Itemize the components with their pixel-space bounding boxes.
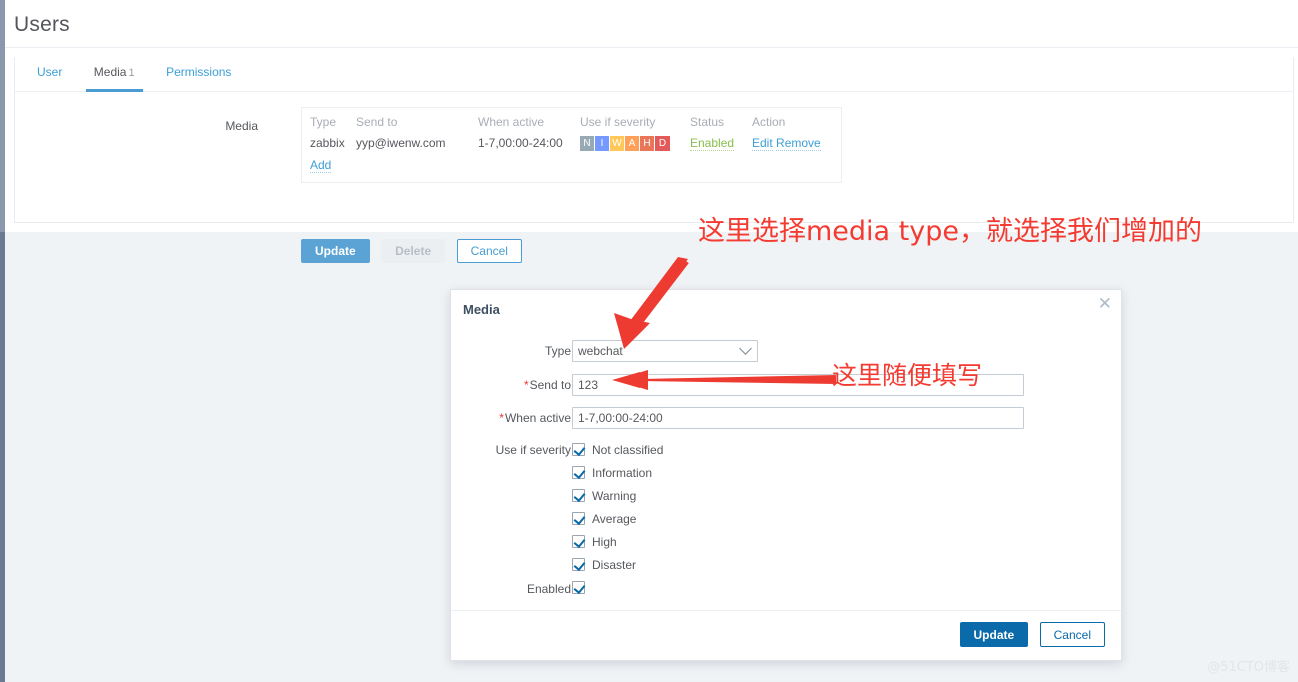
content-card: User Media 1 Permissions Media Type Send… (14, 57, 1294, 263)
annotation-media-type: 这里选择media type，就选择我们增加的 (698, 216, 1202, 247)
delete-button: Delete (381, 239, 446, 263)
severity-badge-a[interactable]: A (625, 136, 640, 151)
severity-checkbox-disaster[interactable]: Disaster (572, 558, 636, 572)
when-active-input[interactable]: 1-7,00:00-24:00 (572, 407, 1024, 429)
app-root: Users User Media 1 Permissions Media Typ… (0, 0, 1298, 682)
send-to-value: 123 (578, 378, 599, 392)
modal-button-row: Update Cancel (959, 622, 1105, 647)
edit-link[interactable]: Edit (752, 136, 773, 151)
col-send-to: Send to (356, 115, 398, 129)
tab-permissions-label: Permissions (166, 65, 232, 79)
severity-checkbox-label: Not classified (592, 443, 664, 457)
cancel-button[interactable]: Cancel (456, 239, 522, 263)
col-type: Type (310, 115, 337, 129)
send-to-label: *Send to (451, 378, 571, 392)
cell-status: Enabled (690, 135, 752, 155)
form-button-row: Update Delete Cancel (301, 239, 529, 263)
update-button[interactable]: Update (301, 239, 370, 263)
col-when-active: When active (478, 115, 545, 129)
checkbox-icon (572, 466, 585, 479)
type-label: Type (544, 344, 571, 358)
page-area: Users User Media 1 Permissions Media Typ… (5, 0, 1298, 263)
severity-checkbox-not-classified[interactable]: Not classified (572, 443, 663, 457)
checkbox-icon (572, 489, 585, 502)
modal-title: Media (463, 302, 500, 317)
severity-checkbox-label: Warning (592, 489, 637, 503)
enabled-label: Enabled (526, 582, 571, 596)
page-header: Users (5, 0, 1298, 48)
severity-badge-group: NIWAHD (580, 136, 670, 151)
tab-user-label: User (37, 65, 63, 79)
remove-link[interactable]: Remove (776, 136, 821, 151)
status-badge[interactable]: Enabled (690, 136, 735, 151)
severity-badge-d[interactable]: D (655, 136, 670, 151)
send-to-label-text: Send to (529, 378, 571, 392)
checkbox-icon (572, 443, 585, 456)
left-edge-strip (0, 0, 5, 682)
checkbox-icon-enabled (572, 581, 585, 594)
media-modal: Media ✕ Type webchat *Send to 123 *When … (450, 289, 1122, 661)
severity-checkbox-high[interactable]: High (572, 535, 617, 549)
severity-checkbox-label: Disaster (592, 558, 637, 572)
checkbox-icon (572, 512, 585, 525)
checkbox-icon (572, 535, 585, 548)
cell-action: Edit Remove (752, 135, 833, 155)
required-mark-2: * (499, 411, 504, 425)
chevron-down-icon (739, 342, 752, 355)
tab-bar: User Media 1 Permissions (15, 57, 1293, 92)
cell-when-active: 1-7,00:00-24:00 (478, 136, 563, 150)
severity-badge-h[interactable]: H (640, 136, 655, 151)
severity-checkbox-average[interactable]: Average (572, 512, 636, 526)
close-icon[interactable]: ✕ (1098, 295, 1112, 312)
severity-checkbox-label: High (592, 535, 617, 549)
severity-checkbox-label: Average (592, 512, 637, 526)
col-action: Action (752, 115, 786, 129)
tab-media[interactable]: Media 1 (85, 57, 143, 92)
tab-permissions[interactable]: Permissions (158, 57, 239, 92)
tab-media-count: 1 (128, 67, 135, 79)
media-field-label: Media (225, 119, 258, 133)
when-active-value: 1-7,00:00-24:00 (578, 411, 663, 425)
arrow-to-send-to-icon (612, 370, 836, 390)
media-table: Type Send to When active Use if severity… (301, 107, 842, 183)
when-active-label: *When active (451, 411, 571, 425)
severity-checkbox-warning[interactable]: Warning (572, 489, 636, 503)
when-active-label-text: When active (504, 411, 571, 425)
tab-media-label: Media (93, 65, 127, 79)
col-status: Status (690, 115, 725, 129)
page-title: Users (14, 13, 70, 36)
severity-checkbox-information[interactable]: Information (572, 466, 652, 480)
severity-checkbox-label: Information (592, 466, 653, 480)
modal-footer: Update Cancel (451, 610, 1121, 660)
arrow-to-type-icon (614, 257, 689, 349)
table-header-row: Type Send to When active Use if severity… (310, 115, 833, 135)
cell-send-to: yyp@iwenw.com (356, 136, 446, 150)
cell-severity: NIWAHD (580, 135, 690, 155)
required-mark: * (523, 378, 529, 392)
cell-type: zabbix (310, 136, 345, 150)
annotation-send-to: 这里随便填写 (832, 361, 983, 390)
modal-cancel-button[interactable]: Cancel (1039, 622, 1105, 647)
table-row: zabbix yyp@iwenw.com 1-7,00:00-24:00 NIW… (310, 135, 833, 155)
watermark: @51CTO博客 (1207, 660, 1290, 675)
checkbox-icon (572, 558, 585, 571)
modal-update-button[interactable]: Update (959, 622, 1029, 647)
use-if-severity-label: Use if severity (495, 443, 571, 457)
tab-user[interactable]: User (29, 57, 70, 92)
col-use-if-severity: Use if severity (580, 115, 656, 129)
add-media-link[interactable]: Add (310, 158, 332, 173)
severity-badge-i[interactable]: I (595, 136, 610, 151)
severity-badge-n[interactable]: N (580, 136, 595, 151)
severity-badge-w[interactable]: W (610, 136, 625, 151)
enabled-checkbox[interactable] (572, 581, 592, 595)
left-edge-strip-top (0, 0, 5, 232)
